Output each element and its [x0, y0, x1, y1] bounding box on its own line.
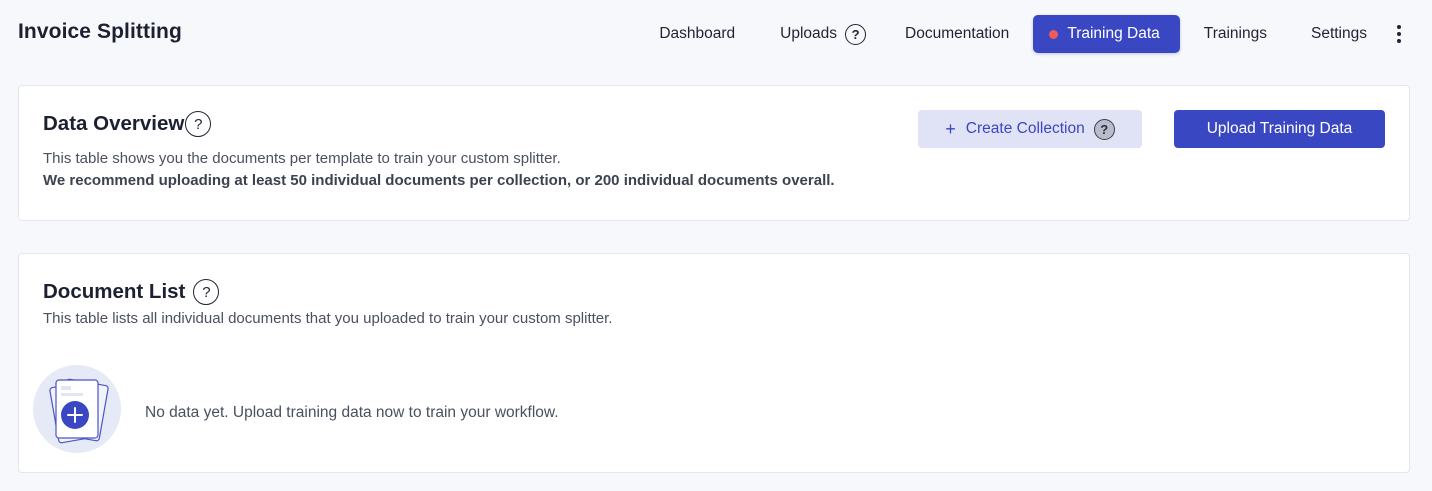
help-icon[interactable]: ? [845, 23, 867, 45]
data-overview-card: Data Overview ? This table shows you the… [18, 85, 1410, 221]
nav-settings[interactable]: Settings [1311, 15, 1367, 53]
empty-state-message: No data yet. Upload training data now to… [145, 404, 559, 421]
app-title: Invoice Splitting [18, 20, 182, 43]
nav-trainings[interactable]: Trainings [1204, 15, 1267, 53]
nav-settings-label: Settings [1310, 25, 1367, 42]
more-menu-icon[interactable] [1389, 15, 1409, 53]
document-list-description: This table lists all individual document… [43, 310, 613, 327]
data-overview-recommendation: We recommend uploading at least 50 indiv… [43, 172, 835, 189]
help-icon[interactable]: ? [193, 279, 220, 305]
nav-training-data[interactable]: Training Data [1033, 15, 1180, 53]
top-nav: Dashboard Uploads ? Documentation Traini… [659, 15, 1432, 53]
create-collection-label: Create Collection [965, 120, 1085, 137]
help-icon[interactable]: ? [1093, 118, 1115, 140]
nav-documentation[interactable]: Documentation [905, 15, 1009, 53]
data-overview-title-text: Data Overview [43, 112, 185, 135]
data-overview-title: Data Overview ? [43, 111, 212, 137]
plus-icon: + [945, 118, 956, 139]
document-list-title-text: Document List [43, 280, 186, 303]
document-list-title: Document List ? [43, 279, 220, 305]
document-list-card: Document List ? This table lists all ind… [18, 253, 1410, 473]
documents-add-icon [33, 365, 121, 453]
nav-training-data-label: Training Data [1067, 25, 1160, 42]
data-overview-description: This table shows you the documents per t… [43, 150, 561, 167]
help-icon[interactable]: ? [185, 111, 212, 137]
nav-uploads-label: Uploads [780, 25, 838, 42]
nav-uploads[interactable]: Uploads ? [780, 15, 867, 53]
empty-documents-illustration [32, 364, 122, 454]
nav-documentation-label: Documentation [905, 25, 1010, 42]
status-dot-icon [1049, 29, 1059, 39]
create-collection-button[interactable]: + Create Collection ? [918, 110, 1142, 148]
upload-training-data-button[interactable]: Upload Training Data [1174, 110, 1385, 148]
nav-dashboard-label: Dashboard [659, 25, 736, 42]
nav-trainings-label: Trainings [1203, 25, 1267, 42]
nav-dashboard[interactable]: Dashboard [659, 15, 735, 53]
